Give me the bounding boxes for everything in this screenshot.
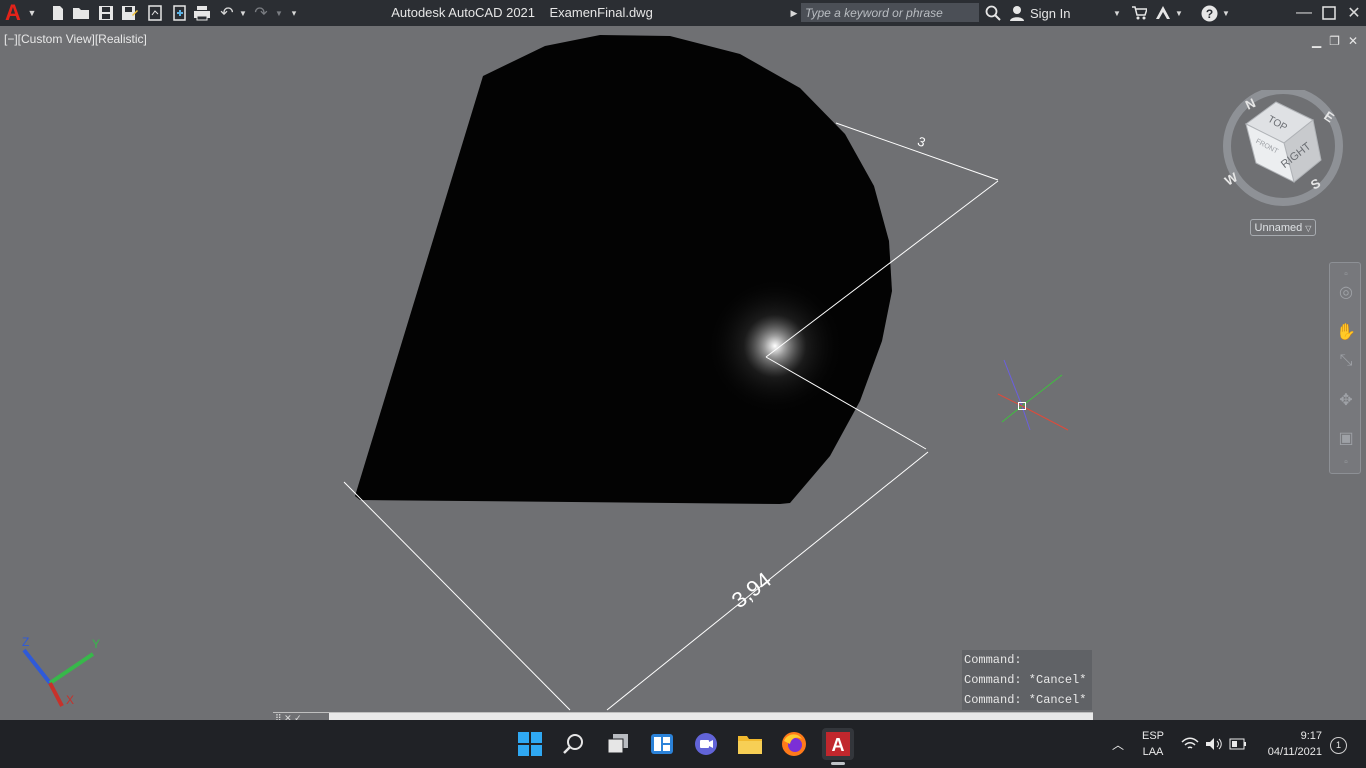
drawing-viewport[interactable]: 3,94 3 Z Y X [−][Custom View][Realistic]… bbox=[0, 26, 1366, 720]
window-maximize-icon[interactable] bbox=[1319, 4, 1339, 22]
dimension-text-short: 3 bbox=[916, 133, 928, 150]
navbar-close-icon[interactable]: ▫ bbox=[1336, 265, 1356, 285]
autocad-icon[interactable]: A bbox=[822, 728, 854, 760]
viewport-minimize-icon[interactable]: ▁ bbox=[1312, 34, 1321, 48]
windows-start-icon[interactable] bbox=[514, 728, 546, 760]
zoom-extents-icon[interactable]: ⤡ bbox=[1336, 351, 1356, 371]
active-app-indicator bbox=[831, 762, 845, 765]
command-line-grip[interactable]: ⠿ ✕ ✓ bbox=[273, 713, 329, 720]
viewcube[interactable]: TOP RIGHT FRONT N E S W bbox=[1218, 90, 1348, 230]
command-history: Command: Command: *Cancel* Command: *Can… bbox=[962, 650, 1092, 710]
clock-time: 9:17 bbox=[1300, 730, 1322, 742]
named-view-label: Unnamed bbox=[1254, 222, 1303, 234]
command-line[interactable]: ⠿ ✕ ✓ bbox=[273, 712, 1093, 720]
navigation-bar: ▫ ◎ ✋ ⤡ ✥ ▣ ▫ bbox=[1329, 262, 1361, 474]
widgets-icon[interactable] bbox=[646, 728, 678, 760]
title-bar: A ▼ ↶ ▼ ↷ ▼ ▾ Autodesk AutoCAD 2021 Exam… bbox=[0, 0, 1366, 26]
help-icon[interactable]: ? bbox=[1199, 4, 1219, 22]
search-expand-icon[interactable]: ▶ bbox=[789, 4, 799, 22]
ucs-icon: Z Y X bbox=[22, 635, 100, 707]
sign-in-dropdown-icon[interactable]: ▼ bbox=[1112, 4, 1122, 22]
navbar-options-icon[interactable]: ▫ bbox=[1336, 453, 1356, 473]
named-view-chevron-icon: ▽ bbox=[1305, 224, 1312, 233]
show-hidden-icons-icon[interactable]: ︿ bbox=[1104, 728, 1132, 760]
command-history-line: Command: *Cancel* bbox=[964, 673, 1087, 687]
pan-icon[interactable]: ✋ bbox=[1336, 323, 1356, 343]
task-view-icon[interactable] bbox=[602, 728, 634, 760]
search-icon[interactable] bbox=[984, 4, 1002, 22]
notifications-badge[interactable]: 1 bbox=[1330, 737, 1347, 754]
autodesk-app-dropdown-icon[interactable]: ▼ bbox=[1174, 4, 1184, 22]
viewport-restore-icon[interactable]: ❐ bbox=[1329, 34, 1340, 48]
ucs-z-label: Z bbox=[22, 635, 29, 649]
viewport-controls-label[interactable]: [−][Custom View][Realistic] bbox=[4, 32, 147, 46]
system-clock[interactable]: 9:17 04/11/2021 bbox=[1256, 728, 1322, 760]
svg-text:?: ? bbox=[1205, 7, 1212, 21]
keyboard-layout-code: LAA bbox=[1142, 746, 1164, 758]
input-language-indicator[interactable]: ESP LAA bbox=[1138, 728, 1168, 760]
ucs-y-label: Y bbox=[92, 637, 100, 651]
window-close-icon[interactable]: ✕ bbox=[1345, 4, 1363, 22]
user-icon[interactable] bbox=[1008, 4, 1026, 22]
language-code: ESP bbox=[1141, 730, 1164, 742]
3d-solid-body[interactable] bbox=[355, 35, 892, 504]
ucs-x-label: X bbox=[66, 693, 74, 707]
clock-date: 04/11/2021 bbox=[1267, 746, 1322, 758]
autodesk-app-icon[interactable] bbox=[1154, 4, 1172, 22]
named-view-dropdown[interactable]: Unnamed ▽ bbox=[1250, 219, 1316, 236]
model-space-canvas[interactable]: 3,94 3 Z Y X bbox=[0, 26, 1366, 720]
command-history-line: Command: bbox=[964, 653, 1022, 667]
cart-icon[interactable] bbox=[1130, 4, 1148, 22]
search-icon[interactable] bbox=[558, 728, 590, 760]
sign-in-button[interactable]: Sign In bbox=[1030, 6, 1070, 21]
command-history-line: Command: *Cancel* bbox=[964, 693, 1087, 707]
file-explorer-icon[interactable] bbox=[734, 728, 766, 760]
specular-highlight bbox=[710, 281, 850, 421]
dimension-text-long: 3,94 bbox=[727, 567, 776, 613]
viewport-window-controls: ▁ ❐ ✕ bbox=[1312, 34, 1358, 48]
svg-text:A: A bbox=[832, 735, 845, 755]
windows-taskbar: A ︿ ESP LAA 9:17 04/11/2021 1 bbox=[0, 720, 1366, 768]
showmotion-icon[interactable]: ▣ bbox=[1336, 429, 1356, 449]
steering-wheel-icon[interactable]: ◎ bbox=[1336, 283, 1356, 303]
search-input[interactable] bbox=[801, 3, 979, 22]
help-dropdown-icon[interactable]: ▼ bbox=[1221, 4, 1231, 22]
orbit-icon[interactable]: ✥ bbox=[1336, 391, 1356, 411]
crosshair-cursor bbox=[997, 359, 1069, 431]
viewport-close-icon[interactable]: ✕ bbox=[1348, 34, 1358, 48]
teams-chat-icon[interactable] bbox=[690, 728, 722, 760]
battery-icon[interactable] bbox=[1224, 728, 1252, 760]
window-minimize-icon[interactable]: — bbox=[1294, 4, 1314, 22]
firefox-icon[interactable] bbox=[778, 728, 810, 760]
